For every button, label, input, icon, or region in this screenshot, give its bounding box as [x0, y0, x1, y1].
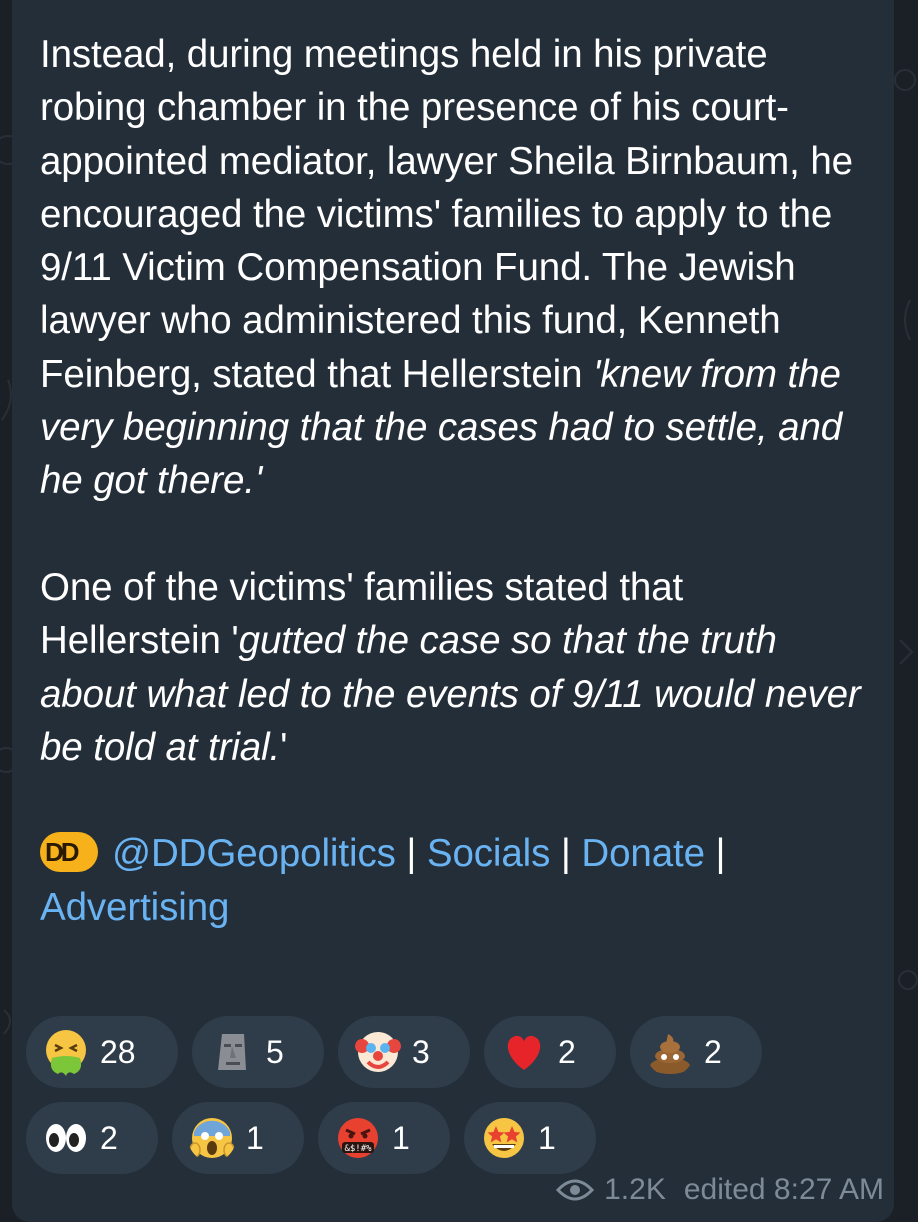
eyes-icon [46, 1124, 86, 1152]
reaction-clown[interactable]: 3 [338, 1016, 470, 1088]
reaction-screaming[interactable]: 1 [172, 1102, 304, 1174]
reaction-count: 2 [704, 1033, 722, 1070]
message-time: 8:27 AM [773, 1173, 884, 1206]
edited-label: edited [683, 1173, 766, 1206]
reaction-count: 5 [266, 1033, 284, 1070]
reaction-poo[interactable]: 2 [630, 1016, 762, 1088]
donate-link[interactable]: Donate [581, 832, 705, 875]
message-meta: 1.2K edited 8:27 AM [556, 1173, 884, 1207]
message-paragraph-1: Instead, during meetings held in his pri… [40, 28, 866, 508]
face-with-symbols-on-mouth-icon: &$!#% [338, 1118, 378, 1158]
star-struck-icon [484, 1118, 524, 1158]
separator: | [704, 832, 726, 876]
moai-icon [218, 1034, 246, 1070]
reaction-count: 1 [246, 1119, 264, 1156]
face-screaming-in-fear-icon [189, 1118, 235, 1158]
reaction-count: 1 [538, 1119, 556, 1156]
nauseated-face-icon [46, 1030, 86, 1076]
red-heart-icon [507, 1035, 541, 1070]
reaction-count: 28 [100, 1033, 136, 1070]
separator: | [550, 832, 582, 876]
reaction-cursing[interactable]: &$!#% 1 [318, 1102, 450, 1174]
reaction-count: 2 [558, 1033, 576, 1070]
message-paragraph-2: One of the victims' families stated that… [40, 561, 866, 774]
reaction-moai[interactable]: 5 [192, 1016, 324, 1088]
reaction-count: 2 [100, 1119, 118, 1156]
view-count: 1.2K [604, 1173, 666, 1206]
reaction-star-struck[interactable]: 1 [464, 1102, 596, 1174]
separator: | [395, 832, 427, 876]
dd-logo-text: DD [45, 837, 80, 868]
reaction-count: 3 [412, 1033, 430, 1070]
reaction-count: 1 [392, 1119, 410, 1156]
reaction-heart[interactable]: 2 [484, 1016, 616, 1088]
socials-link[interactable]: Socials [427, 832, 551, 875]
reaction-eyes[interactable]: 2 [26, 1102, 158, 1174]
pile-of-poo-icon [650, 1034, 690, 1074]
advertising-link[interactable]: Advertising [40, 886, 229, 929]
svg-text:&$!#%: &$!#% [344, 1144, 372, 1154]
reaction-nauseated[interactable]: 28 [26, 1016, 178, 1088]
message-text: Instead, during meetings held in his pri… [40, 28, 866, 934]
dd-logo-icon: DD [40, 832, 98, 873]
views-eye-icon [556, 1179, 595, 1201]
paragraph-1-text: Instead, during meetings held in his pri… [40, 33, 853, 396]
channel-footer: DD @DDGeopolitics | Socials | Donate | Ad… [40, 827, 866, 934]
channel-handle-link[interactable]: @DDGeopolitics [112, 832, 396, 875]
clown-face-icon [355, 1032, 401, 1072]
quote-end: ' [280, 725, 288, 769]
